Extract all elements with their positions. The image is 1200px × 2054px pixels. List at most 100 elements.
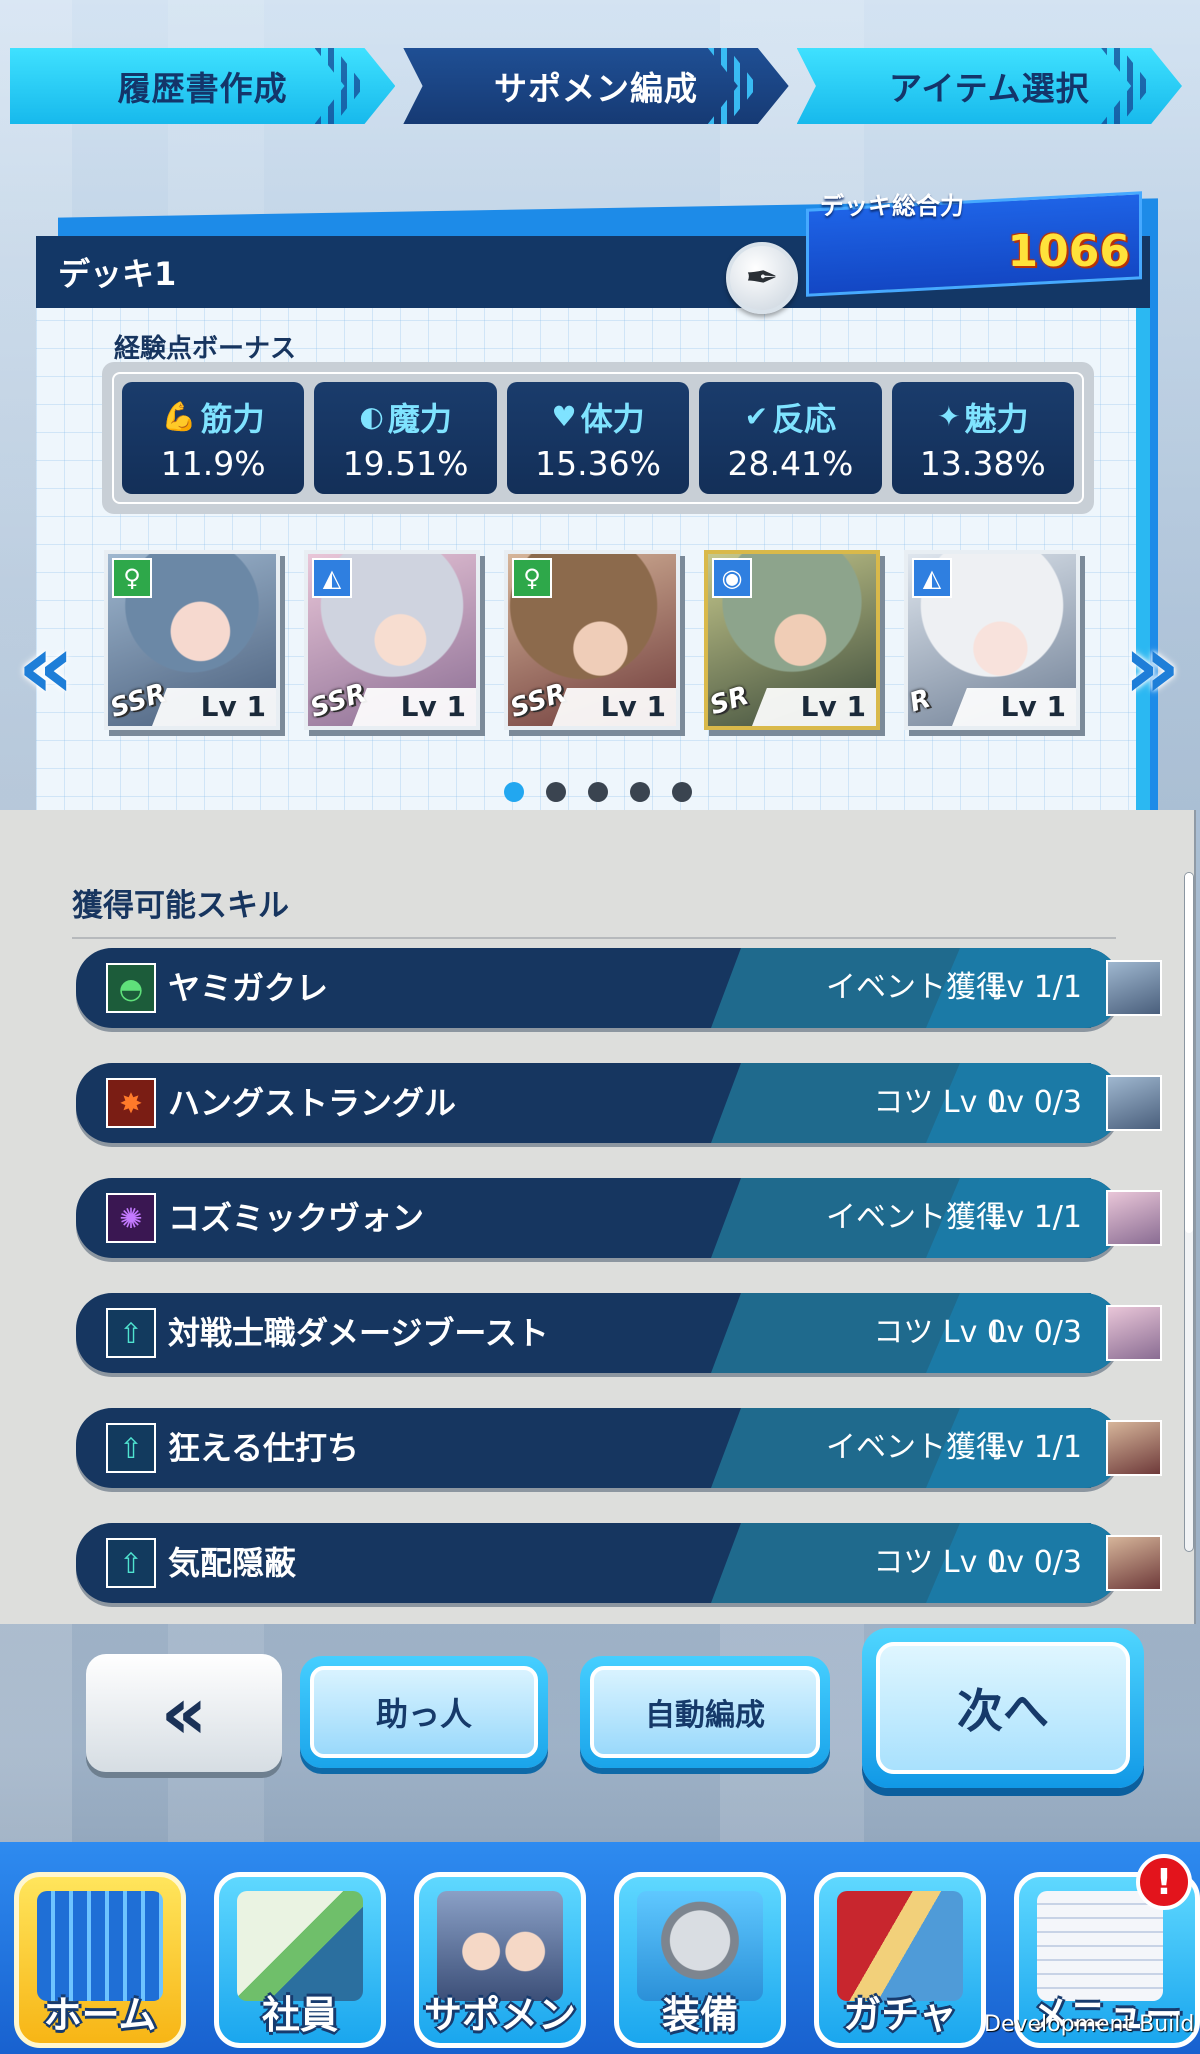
nav-equipment[interactable]: 装備 [614, 1872, 786, 2048]
skill-level: Lv 1/1 [989, 970, 1082, 1005]
page-dot[interactable] [546, 782, 566, 802]
nav-home[interactable]: ホーム [14, 1872, 186, 2048]
nav-support-members[interactable]: サポメン [414, 1872, 586, 2048]
stat-value: 15.36% [535, 443, 661, 483]
skill-row[interactable]: ⇧ 狂える仕打ち イベント獲得 Lv 1/1 [76, 1408, 1162, 1488]
skills-scrollbar[interactable] [1184, 872, 1194, 1552]
support-card[interactable]: ♀ SSR Lv 1 [104, 550, 280, 730]
card-level: Lv 1 [952, 688, 1076, 726]
stat-stamina: ♥ 体力 15.36% [506, 382, 690, 494]
page-dot[interactable] [504, 782, 524, 802]
auto-formation-button-label: 自動編成 [590, 1666, 820, 1758]
step-item-select[interactable]: アイテム選択 [796, 48, 1182, 124]
prev-page-arrow-icon[interactable]: « [12, 615, 80, 718]
next-button[interactable]: 次へ [862, 1628, 1144, 1788]
step-label: サポメン編成 [493, 69, 698, 108]
step-label: 履歴書作成 [117, 69, 288, 108]
boost-skill-icon: ⇧ [106, 1308, 156, 1358]
nav-gacha[interactable]: ガチャ [814, 1872, 986, 2048]
character-thumbnail [1106, 1075, 1162, 1131]
support-card[interactable]: ♀ SSR Lv 1 [504, 550, 680, 730]
skill-source: コツ Lv 0 [873, 1085, 1006, 1120]
stat-value: 19.51% [342, 443, 469, 483]
skill-source: コツ Lv 0 [873, 1545, 1006, 1580]
page-dot[interactable] [630, 782, 650, 802]
step-resume[interactable]: 履歴書作成 [10, 48, 396, 124]
exp-bonus-box: 💪 筋力 11.9% ◐ 魔力 19.51% ♥ 体力 15.36% ✔ 反応 28.4… [102, 362, 1094, 514]
stat-value: 28.41% [727, 443, 854, 483]
skill-name: コズミックヴォン [168, 1199, 425, 1237]
skill-row[interactable]: ◓ ヤミガクレ イベント獲得 Lv 1/1 [76, 948, 1162, 1028]
stat-name: 魔力 [387, 399, 452, 438]
back-button[interactable]: « [86, 1654, 282, 1772]
nav-employees[interactable]: 社員 [214, 1872, 386, 2048]
card-level: Lv 1 [352, 688, 476, 726]
boost-skill-icon: ⇧ [106, 1538, 156, 1588]
helper-button[interactable]: 助っ人 [300, 1656, 548, 1768]
skill-name: ハングストラングル [168, 1084, 457, 1122]
stat-name: 体力 [580, 399, 645, 438]
development-build-label: Development Build [984, 2012, 1195, 2037]
stat-name: 筋力 [200, 399, 265, 438]
stat-name: 反応 [772, 399, 837, 438]
page-dot[interactable] [588, 782, 608, 802]
skill-name: 気配隠蔽 [168, 1544, 297, 1582]
support-card-list: ♀ SSR Lv 1 ◭ SSR Lv 1 ♀ SSR Lv 1 ◉ SR Lv… [104, 550, 1096, 740]
eye-icon: ◉ [712, 558, 752, 598]
step-label: アイテム選択 [888, 69, 1090, 108]
nav-label: ガチャ [843, 1993, 957, 2037]
step-bar: 履歴書作成 サポメン編成 アイテム選択 [10, 48, 1190, 124]
boost-skill-icon: ⇧ [106, 1423, 156, 1473]
character-thumbnail [1106, 960, 1162, 1016]
stat-value: 11.9% [160, 443, 266, 483]
skill-row[interactable]: ⇧ 対戦士職ダメージブースト コツ Lv 0 Lv 0/3 [76, 1293, 1162, 1373]
character-thumbnail [1106, 1305, 1162, 1361]
skill-level: Lv 1/1 [989, 1430, 1082, 1465]
scrollbar-thumb[interactable] [1185, 873, 1193, 1233]
page-indicator [504, 782, 692, 802]
support-card[interactable]: ◭ SSR Lv 1 [304, 550, 480, 730]
skill-row[interactable]: ⇧ 気配隠蔽 コツ Lv 0 Lv 0/3 [76, 1523, 1162, 1603]
magic-icon: ◐ [359, 400, 384, 433]
nav-label: 社員 [261, 1993, 338, 2037]
pen-icon: ✒ [745, 255, 779, 301]
skill-level: Lv 0/3 [989, 1545, 1082, 1580]
helper-button-label: 助っ人 [310, 1666, 538, 1758]
chevron-icon [707, 48, 758, 124]
skill-level: Lv 1/1 [989, 1200, 1082, 1235]
skill-row[interactable]: ✸ ハングストラングル コツ Lv 0 Lv 0/3 [76, 1063, 1162, 1143]
skill-level: Lv 0/3 [989, 1085, 1082, 1120]
skill-row[interactable]: ✺ コズミックヴォン イベント獲得 Lv 1/1 [76, 1178, 1162, 1258]
reaction-icon: ✔ [744, 400, 769, 433]
skill-level: Lv 0/3 [989, 1315, 1082, 1350]
attack-skill-icon: ✸ [106, 1078, 156, 1128]
muscle-icon: 💪 [161, 400, 197, 433]
notification-badge: ! [1136, 1854, 1192, 1910]
character-thumbnail [1106, 1420, 1162, 1476]
support-card[interactable]: ◭ R Lv 1 [904, 550, 1080, 730]
exp-bonus-title: 経験点ボーナス [114, 334, 297, 364]
support-card[interactable]: ◉ SR Lv 1 [704, 550, 880, 730]
nav-label: 装備 [661, 1993, 738, 2037]
next-page-arrow-icon[interactable]: » [1118, 615, 1186, 718]
skill-source: イベント獲得 [826, 1200, 1006, 1235]
sail-icon: ◭ [312, 558, 352, 598]
card-level: Lv 1 [152, 688, 276, 726]
chevron-icon [314, 48, 365, 124]
venus-icon: ♀ [512, 558, 552, 598]
sparkle-icon: ✦ [937, 400, 961, 433]
character-thumbnail [1106, 1535, 1162, 1591]
stat-value: 13.38% [919, 443, 1046, 483]
auto-formation-button[interactable]: 自動編成 [580, 1656, 830, 1768]
nav-label: サポメン [423, 1993, 576, 2037]
page-dot[interactable] [672, 782, 692, 802]
chevron-icon [1101, 48, 1152, 124]
shadow-skill-icon: ◓ [106, 963, 156, 1013]
step-support-members[interactable]: サポメン編成 [403, 48, 789, 124]
deck-power-value: 1066 [1007, 226, 1130, 277]
next-button-label: 次へ [876, 1642, 1130, 1774]
skill-name: 対戦士職ダメージブースト [168, 1314, 549, 1352]
skill-source: イベント獲得 [826, 1430, 1006, 1465]
rename-deck-button[interactable]: ✒ [726, 242, 798, 314]
venus-icon: ♀ [112, 558, 152, 598]
